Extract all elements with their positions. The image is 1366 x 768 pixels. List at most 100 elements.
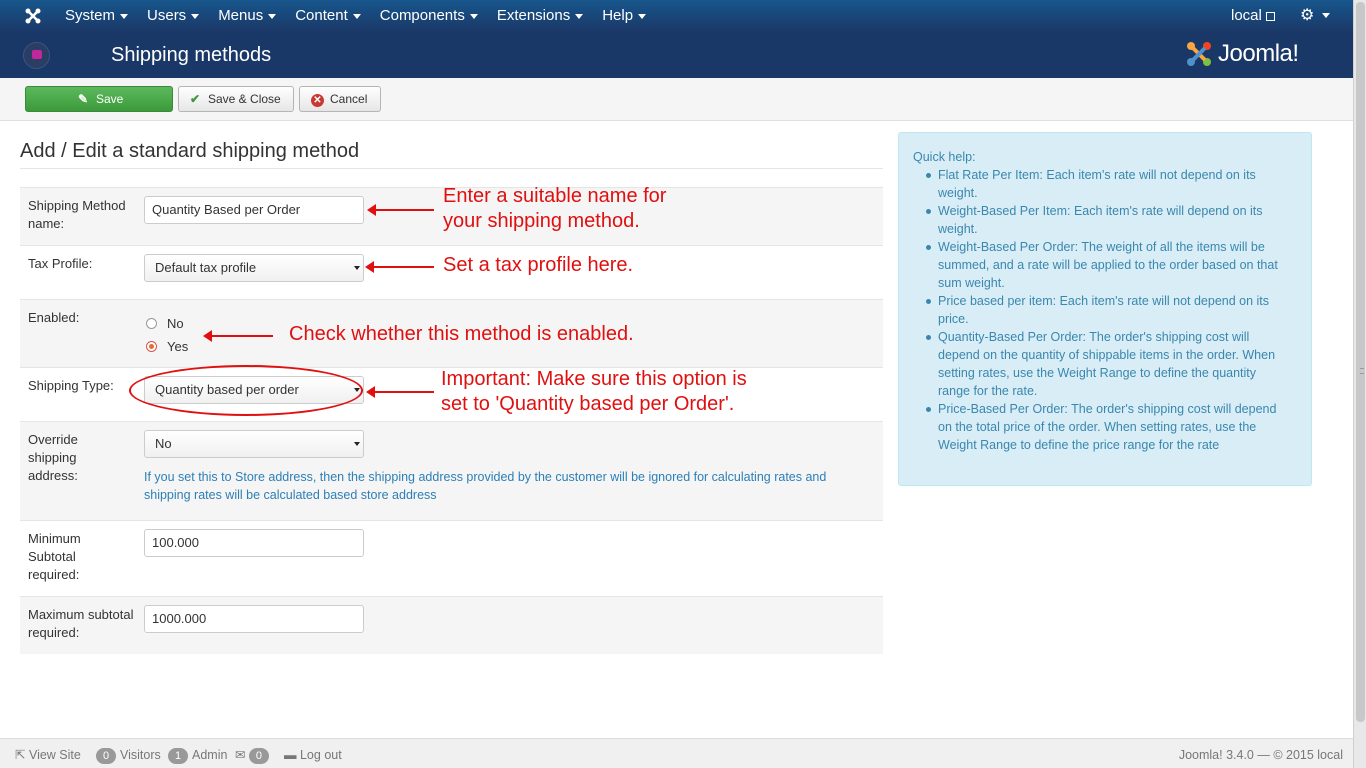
visitors-label: Visitors	[120, 748, 161, 762]
menu-label: Menus	[218, 7, 264, 24]
check-icon: ✔	[189, 92, 201, 106]
chevron-down-icon	[354, 442, 360, 446]
minimum-subtotal-label: Minimum Subtotal required:	[28, 531, 81, 582]
annotation-highlight-ellipse	[129, 365, 363, 416]
visitors-count-badge: 0	[96, 748, 116, 764]
annotation-arrow	[365, 261, 434, 273]
version-copyright: Joomla! 3.4.0 — © 2015 local	[1178, 748, 1343, 762]
menu-label: Components	[379, 7, 465, 24]
caret-down-icon	[352, 13, 361, 19]
shipping-method-name-input[interactable]: Quantity Based per Order	[144, 196, 364, 224]
list-item: Weight-Based Per Item: Each item's rate …	[926, 202, 1278, 238]
override-address-value: No	[155, 436, 172, 451]
list-item: Weight-Based Per Order: The weight of al…	[926, 240, 1278, 290]
menu-menus[interactable]: Menus	[218, 0, 277, 32]
joomla-logo-icon	[1187, 42, 1211, 66]
annotation-arrow	[367, 204, 434, 216]
override-address-help: If you set this to Store address, then t…	[144, 470, 827, 502]
radio-yes[interactable]	[146, 341, 157, 352]
caret-down-icon	[638, 13, 647, 19]
enabled-yes-option[interactable]: Yes	[146, 339, 188, 355]
menu-label: Extensions	[496, 7, 571, 24]
radio-no[interactable]	[146, 318, 157, 329]
enabled-no-option[interactable]: No	[146, 316, 184, 332]
status-footer: ⇱ View Site 0 Visitors 1 Admin ✉ 0 ▬ Log o…	[0, 738, 1353, 768]
vertical-scrollbar[interactable]	[1353, 0, 1366, 768]
admin-status: 1 Admin	[168, 748, 227, 764]
menu-label: Users	[147, 7, 187, 24]
list-item: Flat Rate Per Item: Each item's rate wil…	[926, 166, 1278, 202]
cancel-label: Cancel	[330, 92, 368, 106]
joomla-logo-icon[interactable]	[24, 7, 42, 25]
tax-profile-select[interactable]: Default tax profile	[144, 254, 364, 282]
main-menu: System Users Menus Content Components Ex…	[65, 0, 665, 32]
row-minimum-subtotal: Minimum Subtotal required: 100.000	[20, 520, 883, 596]
save-button[interactable]: ✎ Save	[25, 86, 173, 112]
external-link-icon: ⇱	[15, 748, 26, 762]
enabled-yes-label: Yes	[167, 339, 189, 354]
toolbar: ✎ Save ✔ Save & Close ✕ Cancel	[0, 78, 1353, 121]
menu-help[interactable]: Help	[602, 0, 647, 32]
view-site-label: View Site	[28, 748, 81, 762]
messages-status[interactable]: ✉ 0	[235, 748, 273, 764]
enabled-no-label: No	[167, 316, 184, 331]
joomla-wordmark: Joomla!	[1218, 40, 1299, 67]
tax-profile-label: Tax Profile:	[28, 256, 93, 271]
minimum-subtotal-input[interactable]: 100.000	[144, 529, 364, 557]
scrollbar-thumb[interactable]	[1356, 2, 1365, 722]
cancel-button[interactable]: ✕ Cancel	[299, 86, 381, 112]
maximum-subtotal-input[interactable]: 1000.000	[144, 605, 364, 633]
list-item: Price-Based Per Order: The order's shipp…	[926, 402, 1277, 452]
menu-users[interactable]: Users	[147, 0, 200, 32]
view-site-link[interactable]: ⇱ View Site	[15, 748, 81, 762]
menu-label: Content	[295, 7, 348, 24]
external-link-icon	[1265, 11, 1275, 21]
save-label: Save	[96, 92, 124, 106]
annotation-arrow	[203, 330, 273, 342]
user-settings-menu[interactable]: ⚙	[1300, 7, 1331, 24]
logout-label: Log out	[299, 748, 342, 762]
menu-system[interactable]: System	[65, 0, 129, 32]
logout-link[interactable]: ▬ Log out	[284, 748, 342, 762]
gear-icon: ⚙	[1300, 7, 1315, 24]
admin-count-badge: 1	[168, 748, 188, 764]
annotation-type-line1: Important: Make sure this option is	[441, 368, 747, 390]
edit-icon: ✎	[77, 92, 89, 106]
menu-label: Help	[602, 7, 634, 24]
override-address-select[interactable]: No	[144, 430, 364, 458]
quick-help-title: Quick help:	[913, 150, 976, 164]
top-navbar: System Users Menus Content Components Ex…	[0, 0, 1353, 32]
annotation-enabled: Check whether this method is enabled.	[289, 323, 634, 345]
quick-help-list: Flat Rate Per Item: Each item's rate wil…	[926, 166, 1278, 454]
shipping-type-label: Shipping Type:	[28, 378, 114, 393]
enabled-label: Enabled:	[28, 310, 80, 325]
minus-icon: ▬	[284, 748, 297, 762]
joomla-brand: Joomla!	[1184, 38, 1299, 70]
caret-down-icon	[575, 13, 584, 19]
site-link-label: local	[1231, 7, 1262, 24]
list-item: Price based per item: Each item's rate w…	[926, 292, 1278, 328]
annotation-arrow	[366, 386, 434, 398]
messages-count-badge: 0	[248, 748, 269, 764]
menu-extensions[interactable]: Extensions	[496, 0, 584, 32]
grip-icon	[1360, 368, 1364, 374]
caret-down-icon	[191, 13, 200, 19]
cancel-icon: ✕	[311, 94, 324, 107]
list-item: Quantity-Based Per Order: The order's sh…	[926, 328, 1278, 400]
caret-down-icon	[469, 13, 478, 19]
annotation-name-line1: Enter a suitable name for	[443, 185, 667, 207]
override-address-label: Override shipping address:	[28, 432, 78, 483]
save-close-label: Save & Close	[208, 92, 281, 106]
caret-down-icon	[120, 13, 129, 19]
cart-icon	[23, 42, 50, 69]
menu-content[interactable]: Content	[295, 0, 361, 32]
site-link[interactable]: local	[1231, 0, 1275, 32]
divider	[20, 168, 883, 169]
quick-help-panel: Quick help: Flat Rate Per Item: Each ite…	[898, 132, 1312, 486]
annotation-tax: Set a tax profile here.	[443, 254, 634, 276]
menu-components[interactable]: Components	[380, 0, 478, 32]
row-maximum-subtotal: Maximum subtotal required: 1000.000	[20, 596, 883, 654]
row-override-address: Override shipping address: No If you set…	[20, 421, 883, 520]
save-close-button[interactable]: ✔ Save & Close	[178, 86, 294, 112]
maximum-subtotal-label: Maximum subtotal required:	[28, 607, 134, 640]
